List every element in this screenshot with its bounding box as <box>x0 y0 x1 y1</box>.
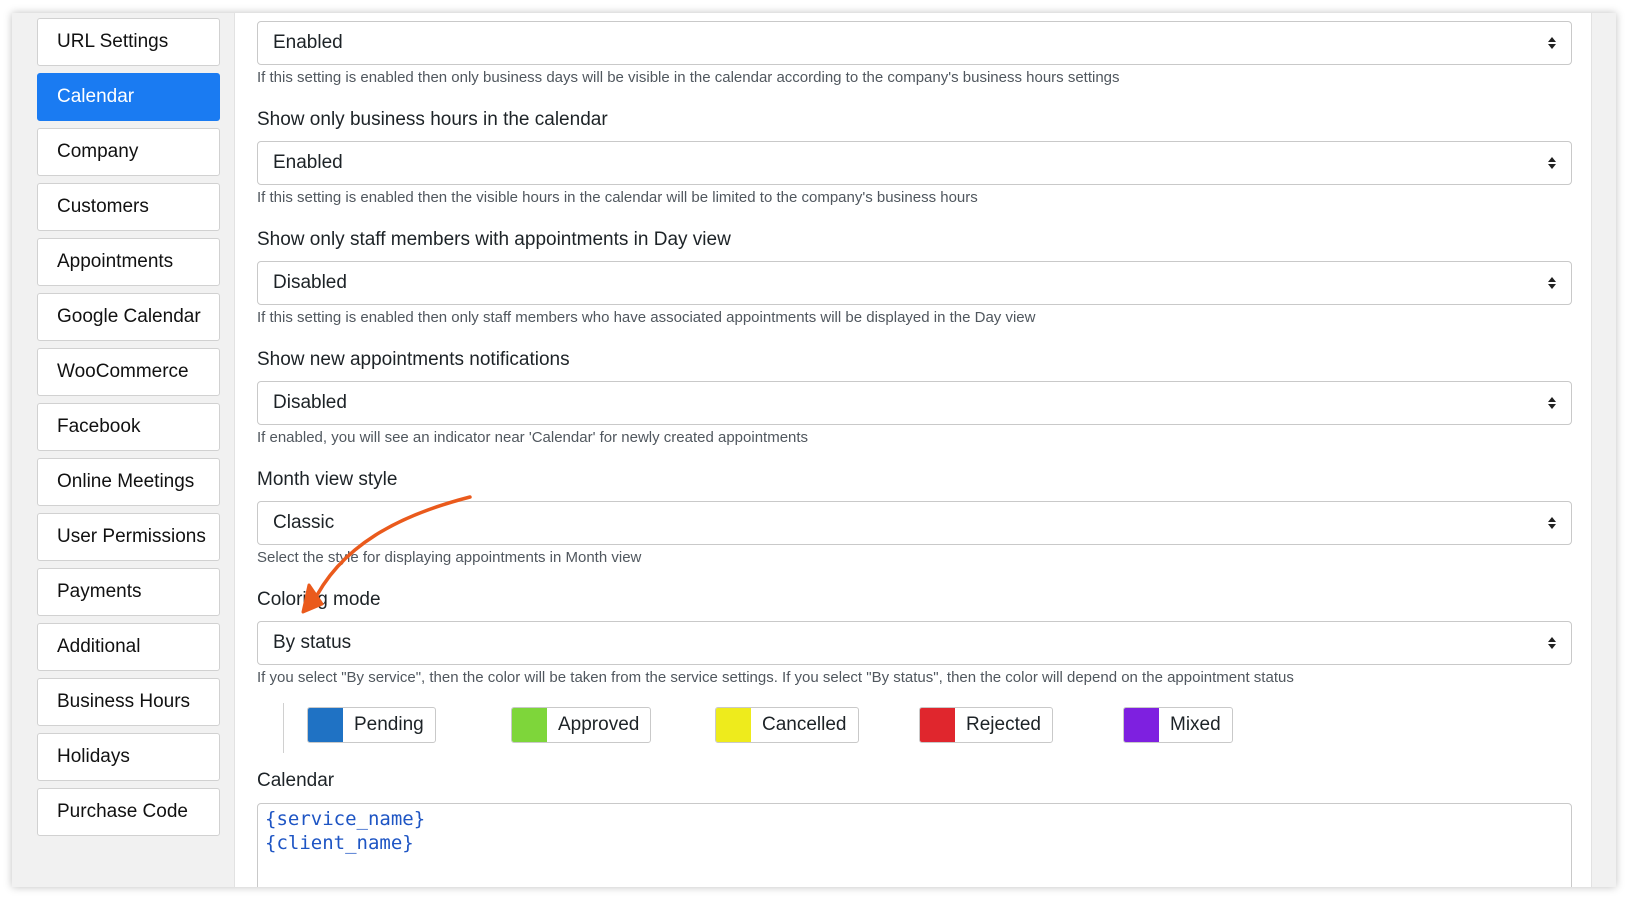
mixed-color-swatch[interactable] <box>1124 708 1159 742</box>
staff-with-appointments-select-value: Disabled <box>273 272 347 293</box>
coloring-mode-label: Coloring mode <box>257 589 381 610</box>
approved-color-swatch[interactable] <box>512 708 547 742</box>
business-hours-label: Show only business hours in the calendar <box>257 109 608 130</box>
staff-with-appointments-select[interactable]: Disabled <box>257 261 1572 305</box>
pending-status-label: Pending <box>354 714 424 735</box>
sidebar-item-url-settings[interactable]: URL Settings <box>37 18 220 66</box>
month-view-style-label: Month view style <box>257 469 398 490</box>
status-color-approved[interactable]: Approved <box>511 707 652 743</box>
business-days-select[interactable]: Enabled <box>257 21 1572 65</box>
template-line: {client_name} <box>265 832 414 854</box>
calendar-template-textarea[interactable]: {service_name} {client_name} <box>257 803 1572 887</box>
select-arrows-icon <box>1548 277 1556 289</box>
status-color-cancelled[interactable]: Cancelled <box>715 707 859 743</box>
staff-with-appointments-help: If this setting is enabled then only sta… <box>257 309 1036 326</box>
business-hours-select-value: Enabled <box>273 152 343 173</box>
sidebar-item-company[interactable]: Company <box>37 128 220 176</box>
new-appointments-notifications-help: If enabled, you will see an indicator ne… <box>257 429 809 446</box>
status-color-mixed[interactable]: Mixed <box>1123 707 1233 743</box>
month-view-style-help: Select the style for displaying appointm… <box>257 549 642 566</box>
sidebar-item-appointments[interactable]: Appointments <box>37 238 220 286</box>
status-color-pending[interactable]: Pending <box>307 707 436 743</box>
select-arrows-icon <box>1548 37 1556 49</box>
new-appointments-notifications-label: Show new appointments notifications <box>257 349 570 370</box>
staff-with-appointments-label: Show only staff members with appointment… <box>257 229 731 250</box>
business-hours-select[interactable]: Enabled <box>257 141 1572 185</box>
legend-divider <box>283 703 284 753</box>
sidebar-item-calendar[interactable]: Calendar <box>37 73 220 121</box>
pending-color-swatch[interactable] <box>308 708 343 742</box>
select-arrows-icon <box>1548 517 1556 529</box>
business-days-select-value: Enabled <box>273 32 343 53</box>
sidebar-item-business-hours[interactable]: Business Hours <box>37 678 220 726</box>
settings-sidebar: URL Settings Calendar Company Customers … <box>12 13 234 887</box>
select-arrows-icon <box>1548 637 1556 649</box>
sidebar-item-payments[interactable]: Payments <box>37 568 220 616</box>
sidebar-item-online-meetings[interactable]: Online Meetings <box>37 458 220 506</box>
cancelled-status-label: Cancelled <box>762 714 847 735</box>
rejected-status-label: Rejected <box>966 714 1041 735</box>
sidebar-item-user-permissions[interactable]: User Permissions <box>37 513 220 561</box>
select-arrows-icon <box>1548 397 1556 409</box>
settings-panel: Enabled If this setting is enabled then … <box>234 13 1592 887</box>
sidebar-item-purchase-code[interactable]: Purchase Code <box>37 788 220 836</box>
coloring-mode-help: If you select "By service", then the col… <box>257 669 1294 686</box>
template-line: {service_name} <box>265 808 426 830</box>
cancelled-color-swatch[interactable] <box>716 708 751 742</box>
coloring-mode-select[interactable]: By status <box>257 621 1572 665</box>
status-color-rejected[interactable]: Rejected <box>919 707 1053 743</box>
select-arrows-icon <box>1548 157 1556 169</box>
rejected-color-swatch[interactable] <box>920 708 955 742</box>
sidebar-item-google-calendar[interactable]: Google Calendar <box>37 293 220 341</box>
approved-status-label: Approved <box>558 714 640 735</box>
sidebar-item-customers[interactable]: Customers <box>37 183 220 231</box>
sidebar-item-additional[interactable]: Additional <box>37 623 220 671</box>
business-days-help: If this setting is enabled then only bus… <box>257 69 1120 86</box>
new-appointments-notifications-select-value: Disabled <box>273 392 347 413</box>
sidebar-item-holidays[interactable]: Holidays <box>37 733 220 781</box>
month-view-style-select[interactable]: Classic <box>257 501 1572 545</box>
calendar-template-label: Calendar <box>257 770 335 791</box>
sidebar-item-facebook[interactable]: Facebook <box>37 403 220 451</box>
coloring-mode-select-value: By status <box>273 632 352 653</box>
mixed-status-label: Mixed <box>1170 714 1221 735</box>
new-appointments-notifications-select[interactable]: Disabled <box>257 381 1572 425</box>
business-hours-help: If this setting is enabled then the visi… <box>257 189 978 206</box>
settings-window: URL Settings Calendar Company Customers … <box>12 13 1616 887</box>
sidebar-item-woocommerce[interactable]: WooCommerce <box>37 348 220 396</box>
month-view-style-select-value: Classic <box>273 512 335 533</box>
